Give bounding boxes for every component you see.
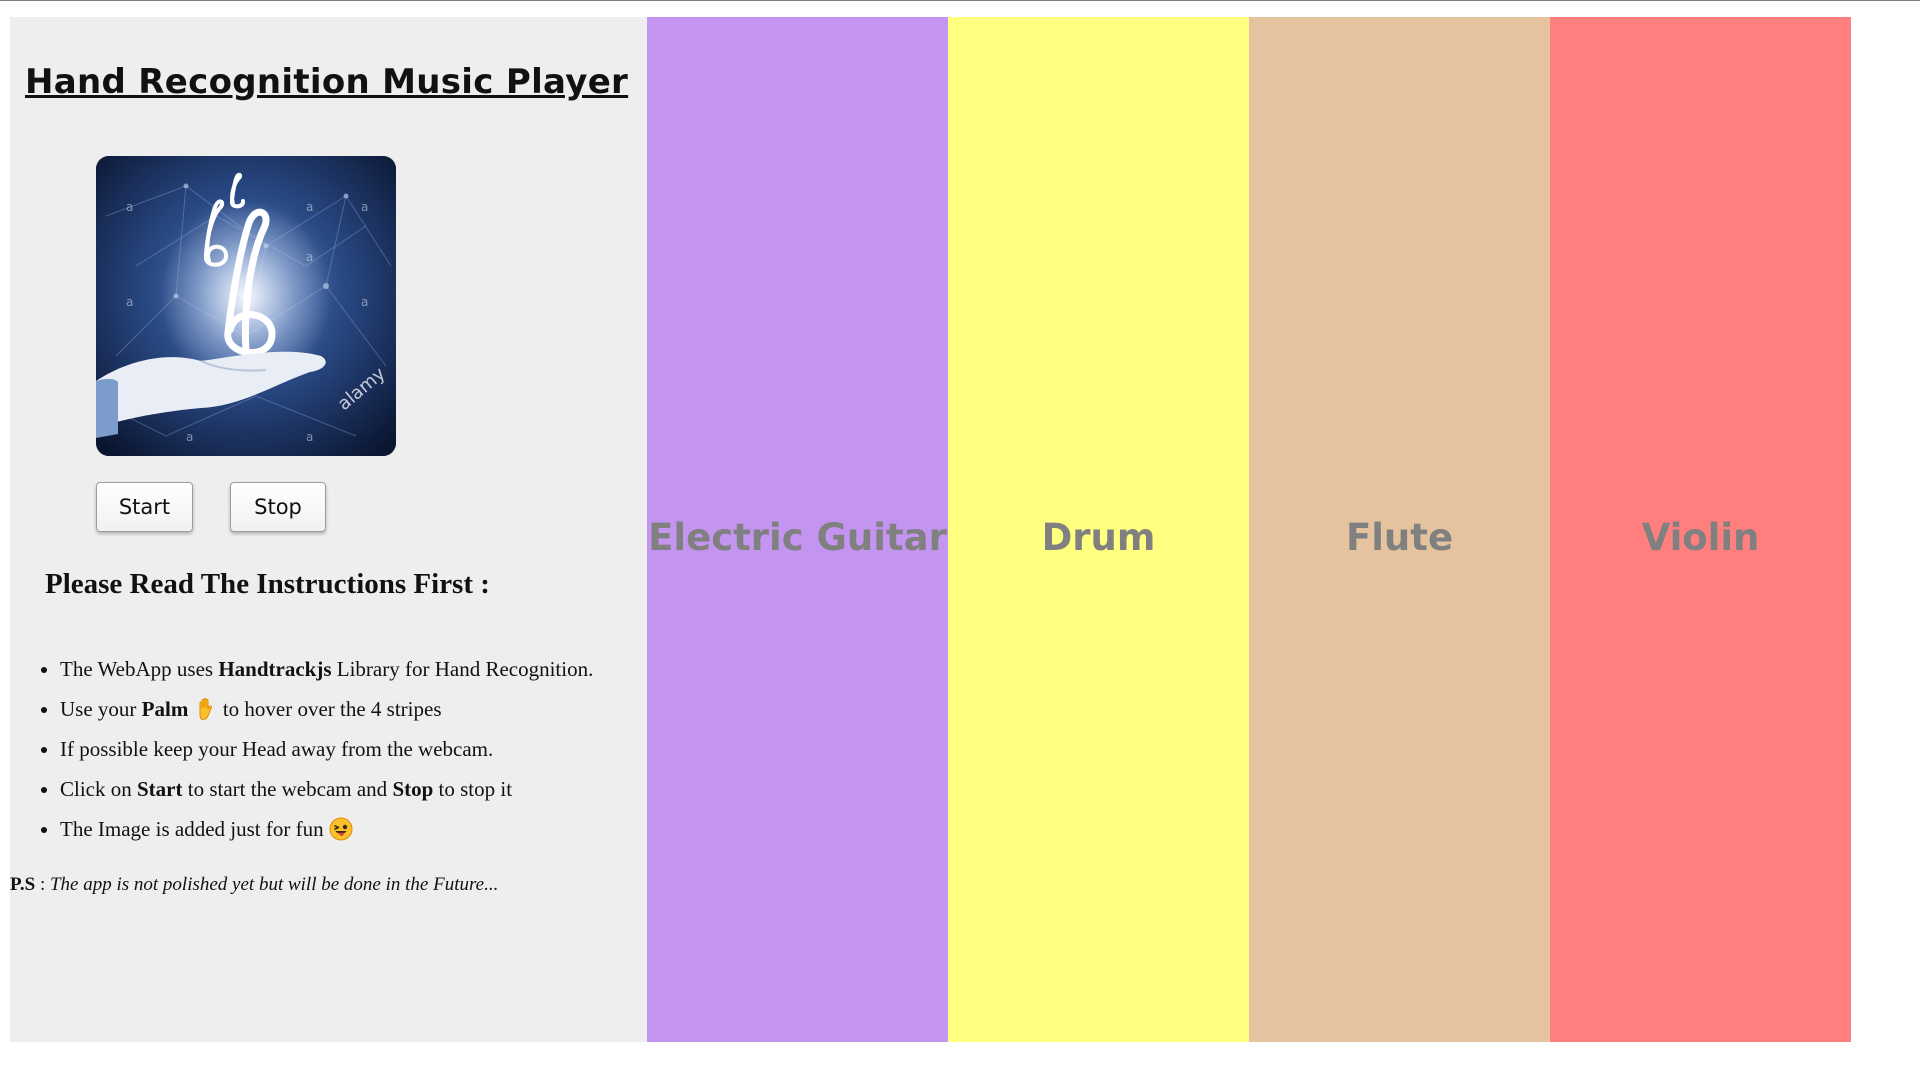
list-item: The WebApp uses Handtrackjs Library for … <box>60 651 593 691</box>
page-title: Hand Recognition Music Player <box>25 62 629 102</box>
top-border-line <box>0 0 1920 1</box>
stripe-label: Drum <box>1041 516 1156 559</box>
list-item: Click on Start to start the webcam and S… <box>60 771 593 811</box>
svg-text:a: a <box>186 430 193 444</box>
list-item: If possible keep your Head away from the… <box>60 731 593 771</box>
raised-hand-emoji-icon <box>199 697 212 721</box>
stripe-drum[interactable]: Drum <box>948 17 1249 1042</box>
list-item: Use your Palm to hover over the 4 stripe… <box>60 691 593 731</box>
list-item: The Image is added just for fun <box>60 811 593 851</box>
music-hand-illustration: a a a a a a a a alamy <box>96 156 396 456</box>
svg-text:a: a <box>361 200 368 214</box>
stripe-label: Electric Guitar <box>648 516 947 559</box>
instructions-list: The WebApp uses Handtrackjs Library for … <box>20 651 593 851</box>
svg-text:a: a <box>126 295 133 309</box>
tongue-out-emoji-icon <box>329 817 353 841</box>
footnote: P.S : The app is not polished yet but wi… <box>10 874 499 895</box>
svg-text:a: a <box>306 430 313 444</box>
stop-button[interactable]: Stop <box>230 482 326 532</box>
stripe-label: Violin <box>1641 516 1760 559</box>
hero-image: a a a a a a a a alamy <box>96 156 396 456</box>
svg-text:a: a <box>126 200 133 214</box>
svg-text:a: a <box>306 250 313 264</box>
stripe-flute[interactable]: Flute <box>1249 17 1550 1042</box>
stripe-violin[interactable]: Violin <box>1550 17 1851 1042</box>
start-button[interactable]: Start <box>96 482 193 532</box>
svg-text:a: a <box>306 200 313 214</box>
svg-text:a: a <box>361 295 368 309</box>
stripe-label: Flute <box>1345 516 1454 559</box>
stripe-electric-guitar[interactable]: Electric Guitar <box>647 17 948 1042</box>
instructions-heading: Please Read The Instructions First : <box>45 568 490 600</box>
